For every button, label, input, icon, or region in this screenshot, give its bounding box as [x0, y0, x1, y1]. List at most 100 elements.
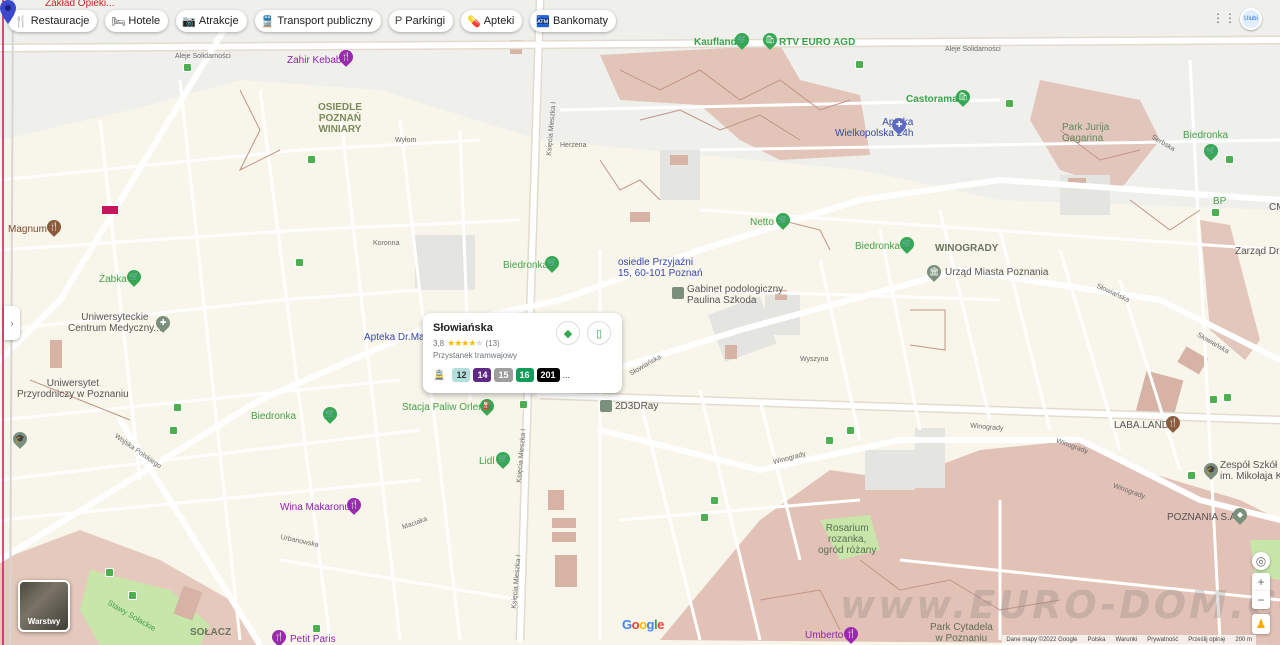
layers-button[interactable]: Warstwy: [18, 580, 70, 632]
place-info-card[interactable]: Słowiańska 3,8 ★★★★★ (13) Przystanek tra…: [423, 313, 622, 393]
chip-label: Transport publiczny: [277, 15, 373, 27]
poi-biedronka-winogrady[interactable]: Biedronka: [855, 241, 900, 252]
tram-stop-icon[interactable]: [855, 60, 864, 69]
poi-rosarium[interactable]: Rosarium rozanka, ogród różany: [818, 523, 876, 556]
poi-apteka-dr-max[interactable]: Apteka Dr.Max: [364, 332, 430, 343]
poi-poznania-sa[interactable]: POZNANIA S.A: [1167, 512, 1236, 523]
google-logo: Google: [622, 617, 664, 632]
poi-cm[interactable]: CM: [1269, 202, 1280, 213]
map-footer: Dane mapy ©2022 Google Polska Warunki Prywa…: [1002, 635, 1256, 645]
business-icon: [600, 400, 612, 412]
expand-side-panel-button[interactable]: ›: [4, 306, 20, 340]
poi-zarzad-drog[interactable]: Zarząd Dró: [1235, 246, 1280, 257]
tram-stop-icon[interactable]: [1225, 155, 1234, 164]
poi-uniwersytet-przyrodniczy[interactable]: Uniwersytet Przyrodniczy w Poznaniu: [17, 378, 129, 400]
tram-stop-icon[interactable]: [519, 400, 528, 409]
clinic-icon: [672, 287, 684, 299]
star-rating-icon: ★★★★★: [447, 338, 483, 348]
tram-stop-icon[interactable]: [846, 426, 855, 435]
poi-gabinet-podologiczny[interactable]: Gabinet podologiczny Paulina Szkoda: [687, 284, 783, 306]
transit-line-badge[interactable]: 14: [473, 368, 492, 382]
account-avatar[interactable]: Ulubi: [1240, 8, 1262, 30]
poi-park-gagarina[interactable]: Park Jurija Gagarina: [1062, 122, 1109, 144]
tram-stop-icon[interactable]: [173, 403, 182, 412]
poi-magnum[interactable]: Magnum: [8, 224, 47, 235]
tram-icon: 🚊: [433, 369, 446, 381]
poi-netto[interactable]: Netto: [750, 217, 774, 228]
tram-stop-icon[interactable]: [307, 155, 316, 164]
footer-link[interactable]: Prześlij opinię: [1188, 637, 1225, 643]
selected-location-pin-icon[interactable]: [0, 0, 16, 24]
footer-link[interactable]: Prywatność: [1147, 637, 1178, 643]
chip-parking[interactable]: P Parkingi: [388, 10, 454, 32]
poi-zespol-szkol[interactable]: Zespół Szkół L im. Mikołaja K: [1220, 460, 1280, 482]
tram-stop-icon[interactable]: [825, 436, 834, 445]
map-canvas[interactable]: Zakład Opieki... 🍴 Restauracje 🛏 Hotele 📷 Atr…: [0, 0, 1280, 645]
tram-stop-icon[interactable]: [128, 591, 137, 600]
chip-atm[interactable]: 🏧 Bankomaty: [530, 10, 617, 32]
transit-line-badge[interactable]: 15: [494, 368, 513, 382]
footer-link[interactable]: Warunki: [1115, 637, 1137, 643]
chip-pharmacy[interactable]: 💊 Apteki: [461, 10, 523, 32]
selected-place-address[interactable]: osiedle Przyjaźni 15, 60-101 Poznań: [618, 257, 703, 279]
chip-restaurant[interactable]: 🍴 Restauracje: [8, 10, 98, 32]
poi-biedronka-ne[interactable]: Biedronka: [1183, 130, 1228, 141]
poi-biedronka-west[interactable]: Biedronka: [251, 411, 296, 422]
tram-stop-icon[interactable]: [169, 426, 178, 435]
chip-attractions[interactable]: 📷 Atrakcje: [176, 10, 247, 32]
poi-bp[interactable]: BP: [1213, 196, 1226, 207]
bookmark-icon: ▯: [595, 327, 603, 340]
transit-line-badge[interactable]: 12: [452, 368, 471, 382]
zoom-out-button[interactable]: −: [1252, 591, 1270, 609]
tram-stop-icon[interactable]: [1223, 393, 1232, 402]
chip-hotel[interactable]: 🛏 Hotele: [105, 10, 169, 32]
poi-2d3dray[interactable]: 2D3DRay: [615, 401, 658, 412]
poi-kaufland[interactable]: Kaufland: [694, 37, 737, 48]
poi-biedronka-center[interactable]: Biedronka: [503, 260, 548, 271]
poi-line: Centrum Medyczny...: [68, 323, 162, 334]
poi-rtv-euro-agd[interactable]: RTV EURO AGD: [779, 37, 855, 48]
poi-line: Uniwersytet: [46, 378, 99, 389]
poi-stacja-orlen[interactable]: Stacja Paliw Orlen: [402, 402, 484, 413]
my-location-button[interactable]: ◎: [1252, 552, 1270, 570]
street-label: Herzena: [560, 142, 587, 149]
poi-wina-makaronu[interactable]: Wina Makaronu: [280, 502, 350, 513]
save-button[interactable]: ▯: [587, 321, 611, 345]
minus-icon: −: [1257, 593, 1265, 607]
tram-stop-icon[interactable]: [1209, 395, 1218, 404]
tram-stop-icon[interactable]: [710, 496, 719, 505]
pharmacy-icon: 💊: [467, 15, 481, 28]
poi-petit-paris[interactable]: Petit Paris: [290, 634, 336, 645]
poi-castorama[interactable]: Castorama: [906, 94, 958, 105]
tram-stop-icon[interactable]: [700, 513, 709, 522]
tram-stop-icon[interactable]: [105, 568, 114, 577]
review-count[interactable]: (13): [485, 339, 499, 348]
more-lines: ...: [562, 370, 571, 380]
poi-umberto[interactable]: Umberto: [805, 630, 843, 641]
poi-zahir-kebab[interactable]: Zahir Kebab: [287, 55, 341, 66]
tram-stop-icon[interactable]: [312, 624, 321, 633]
poi-urzad-miasta[interactable]: Urząd Miasta Poznania: [945, 267, 1048, 278]
tram-stop-icon[interactable]: [183, 63, 192, 72]
address-line: osiedle Przyjaźni: [618, 257, 694, 268]
poi-line: Przyrodniczy w Poznaniu: [17, 389, 129, 400]
tram-stop-icon[interactable]: [1211, 208, 1220, 217]
tram-stop-icon[interactable]: [1187, 471, 1196, 480]
poi-laba-land[interactable]: LABA.LAND: [1114, 420, 1169, 431]
poi-zabka[interactable]: Żabka: [99, 274, 127, 285]
zoom-in-button[interactable]: +: [1252, 573, 1270, 591]
tram-stop-icon[interactable]: [295, 258, 304, 267]
district-line: OSIEDLE: [318, 102, 362, 113]
poi-line: Gabinet podologiczny: [687, 284, 784, 295]
transit-line-badge[interactable]: 201: [536, 368, 560, 382]
footer-link[interactable]: Polska: [1087, 637, 1105, 643]
chip-transit[interactable]: 🚆 Transport publiczny: [254, 10, 381, 32]
street-label: Wyszyna: [800, 356, 829, 363]
transit-line-badge[interactable]: 16: [515, 368, 534, 382]
poi-lidl[interactable]: Lidl: [479, 456, 495, 467]
poi-uniwersyteckie-centrum[interactable]: Uniwersyteckie Centrum Medyczny...: [68, 312, 162, 334]
tram-stop-icon[interactable]: [1005, 99, 1014, 108]
pegman-icon: ♟: [1255, 617, 1267, 631]
street-view-pegman-button[interactable]: ♟: [1252, 614, 1270, 634]
directions-button[interactable]: ◆: [556, 321, 580, 345]
